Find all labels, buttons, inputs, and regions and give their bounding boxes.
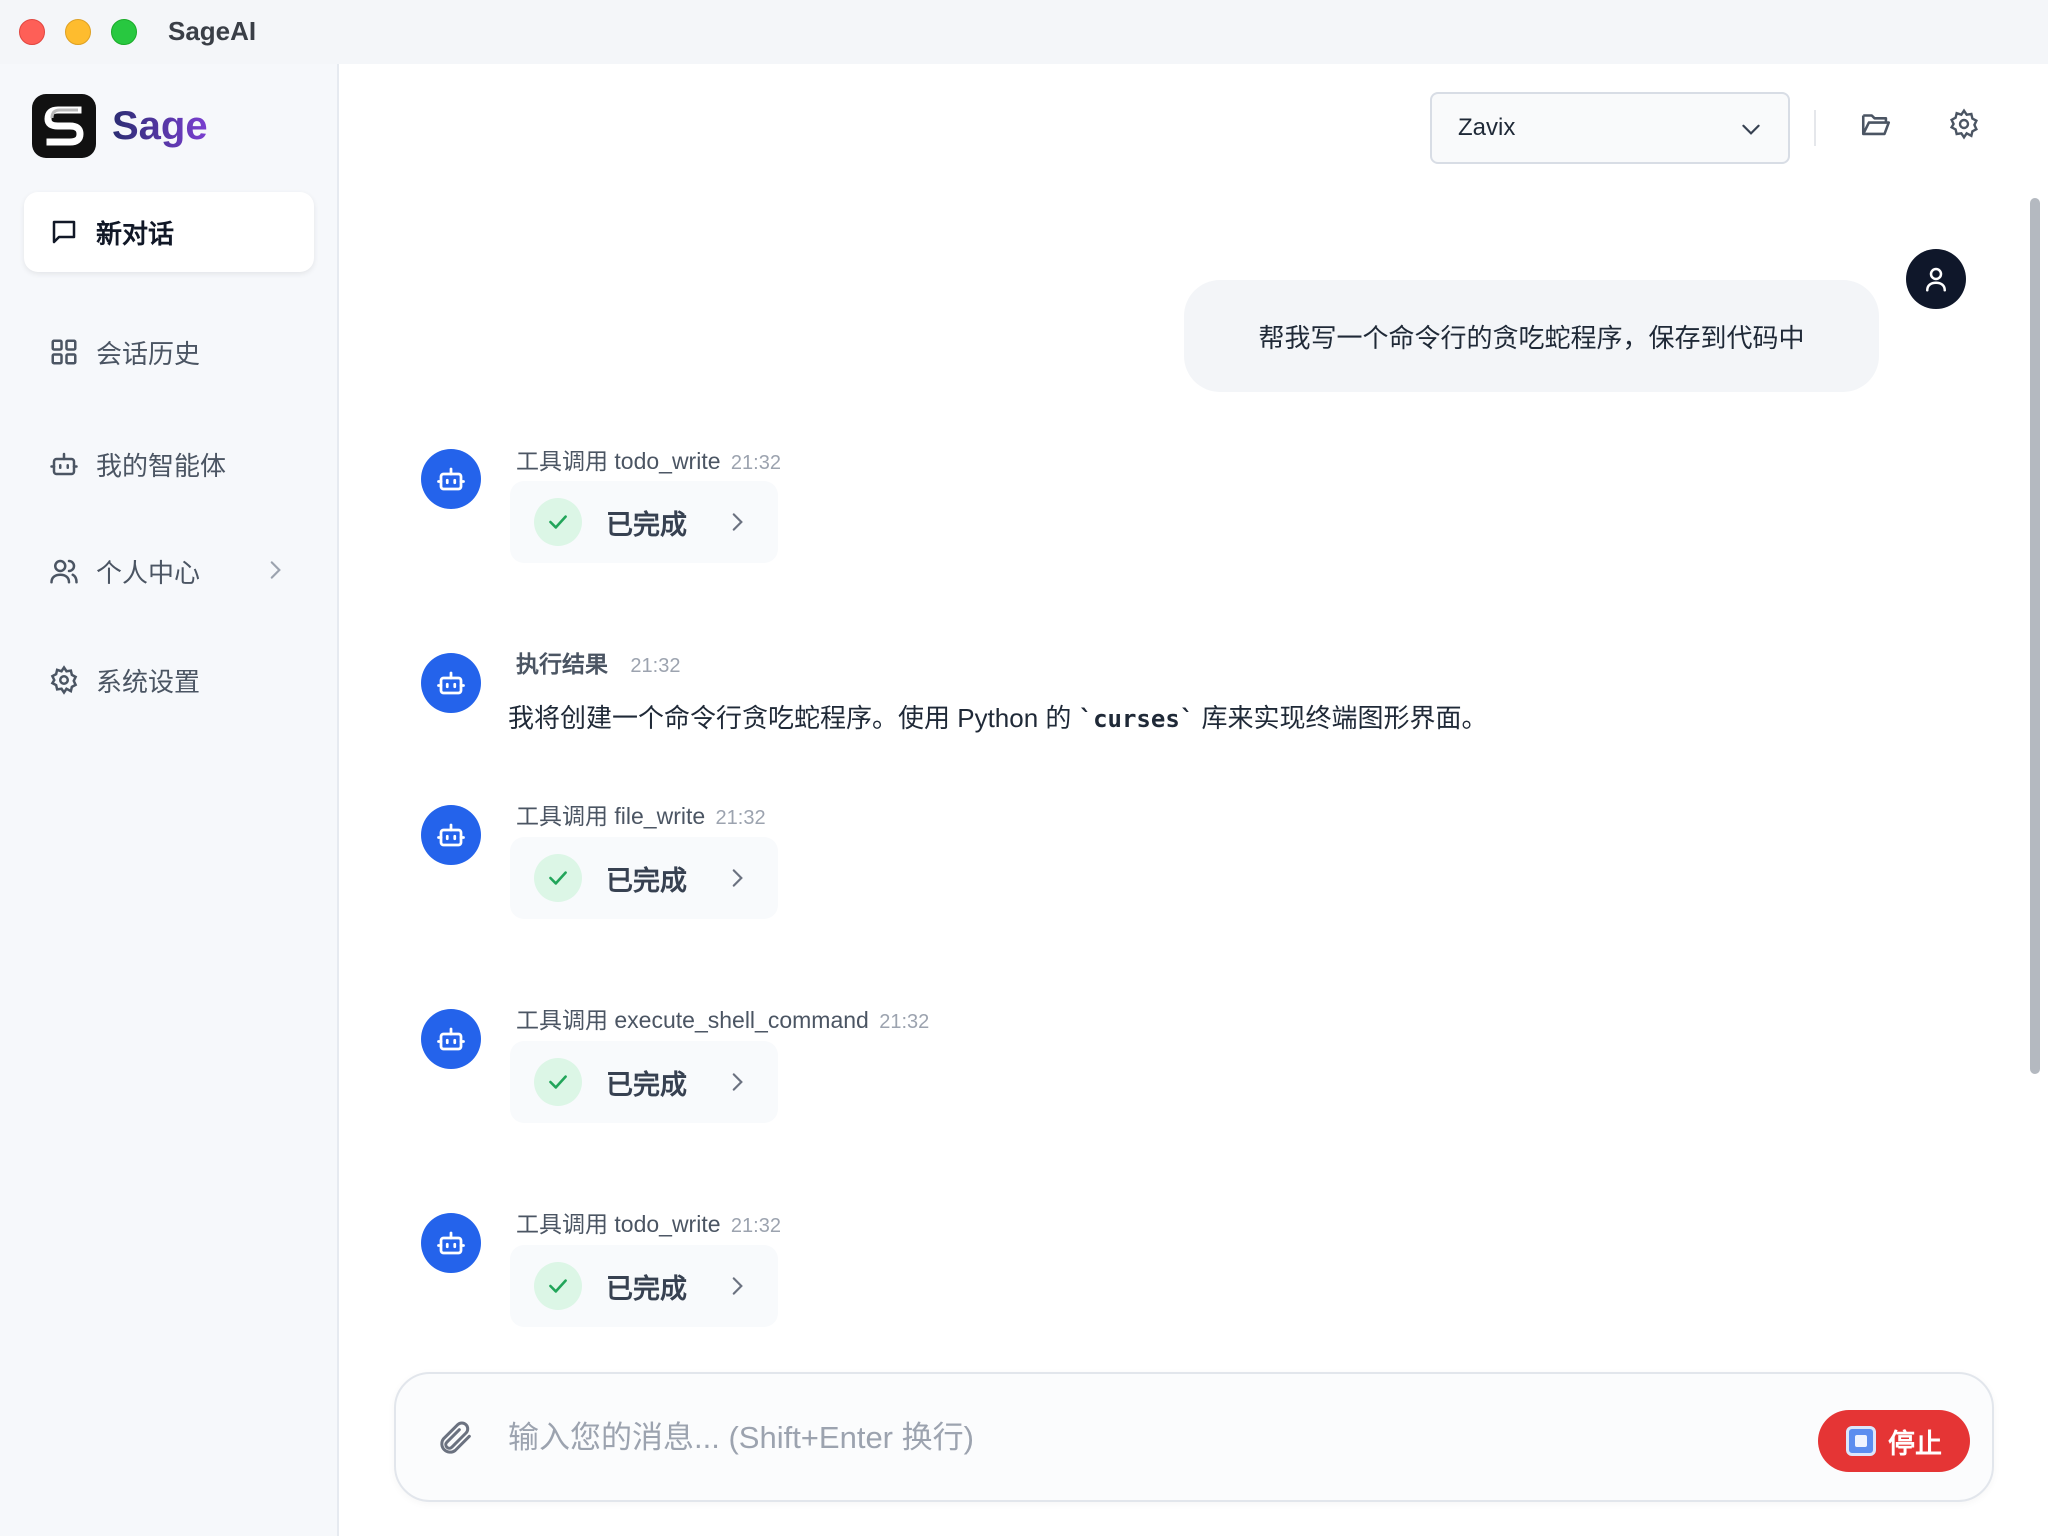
stop-button[interactable]: 停止 [1818, 1410, 1970, 1472]
message-header: 执行结果 21:32 [516, 645, 680, 679]
stop-icon [1846, 1426, 1876, 1456]
message-input[interactable] [508, 1414, 1748, 1462]
folder-icon [1859, 107, 1893, 146]
message-header: 工具调用 todo_write 21:32 [516, 442, 781, 476]
chat-bubble-icon [48, 216, 80, 248]
message-header: 工具调用 file_write 21:32 [516, 797, 766, 831]
message-prefix: 工具调用 [516, 1211, 608, 1237]
title-bar: SageAI [0, 0, 2048, 64]
tool-call-card[interactable]: 已完成 [510, 1041, 778, 1123]
message-time: 21:32 [715, 807, 766, 829]
chevron-down-icon [1738, 116, 1764, 149]
folder-button[interactable] [1856, 106, 1896, 146]
chevron-right-icon [724, 1273, 750, 1304]
result-text-after: 库来实现终端图形界面。 [1194, 703, 1488, 733]
robot-icon [437, 823, 465, 847]
maximize-window-button[interactable] [111, 19, 137, 45]
message-prefix: 工具调用 [516, 448, 608, 474]
tool-status: 已完成 [606, 865, 687, 896]
brand-name: Sage [112, 103, 208, 148]
result-text: 我将创建一个命令行贪吃蛇程序。使用 Python 的 `curses` 库来实现… [508, 698, 1487, 735]
message-time: 21:32 [879, 1011, 930, 1033]
sidebar-item-label: 系统设置 [96, 666, 201, 697]
sidebar-item-label: 新对话 [96, 218, 175, 249]
tool-call-card[interactable]: 已完成 [510, 837, 778, 919]
user-message-text: 帮我写一个命令行的贪吃蛇程序，保存到代码中 [1258, 322, 1805, 353]
chat-scrollbar[interactable] [2030, 198, 2040, 1074]
user-avatar [1906, 249, 1966, 309]
window-title: SageAI [168, 16, 257, 46]
message-time: 21:32 [730, 1215, 781, 1237]
close-window-button[interactable] [19, 19, 45, 45]
robot-icon [437, 1231, 465, 1255]
minimize-window-button[interactable] [65, 19, 91, 45]
tool-status: 已完成 [606, 1273, 687, 1304]
gear-icon [1948, 108, 1980, 145]
grid-icon [48, 336, 80, 368]
user-icon [1926, 267, 1946, 292]
sidebar-item-label: 我的智能体 [96, 450, 227, 481]
bot-avatar [421, 1009, 481, 1069]
check-icon [534, 854, 582, 902]
sidebar-item-settings[interactable]: 系统设置 [24, 640, 314, 720]
model-select[interactable]: Zavix [1430, 92, 1790, 164]
bot-avatar [421, 653, 481, 713]
message-header: 工具调用 execute_shell_command 21:32 [516, 1001, 929, 1035]
message-prefix: 工具调用 [516, 1007, 608, 1033]
brand[interactable]: Sage [32, 94, 208, 158]
users-icon [48, 555, 80, 587]
model-select-value: Zavix [1458, 114, 1516, 141]
check-icon [534, 1058, 582, 1106]
sidebar-item-new-chat[interactable]: 新对话 [24, 192, 314, 272]
chevron-right-icon [724, 509, 750, 540]
settings-button[interactable] [1944, 106, 1984, 146]
chevron-right-icon [262, 557, 288, 590]
tool-call-card[interactable]: 已完成 [510, 481, 778, 563]
tool-name: file_write [614, 803, 706, 829]
tool-status: 已完成 [606, 509, 687, 540]
tool-call-card[interactable]: 已完成 [510, 1245, 778, 1327]
robot-icon [437, 467, 465, 491]
message-prefix: 工具调用 [516, 803, 608, 829]
message-time: 21:32 [730, 452, 781, 474]
stop-button-label: 停止 [1888, 1428, 1942, 1459]
tool-name: todo_write [614, 1211, 721, 1237]
user-message-bubble: 帮我写一个命令行的贪吃蛇程序，保存到代码中 [1184, 280, 1879, 392]
message-time: 21:32 [630, 655, 681, 677]
gear-icon [48, 664, 80, 696]
sidebar-item-profile[interactable]: 个人中心 [24, 531, 314, 611]
bot-avatar [421, 1213, 481, 1273]
tool-name: todo_write [614, 448, 721, 474]
sage-logo-icon [32, 94, 96, 158]
sidebar-item-label: 个人中心 [96, 557, 201, 588]
bot-avatar [421, 449, 481, 509]
sidebar-item-my-agents[interactable]: 我的智能体 [24, 424, 314, 504]
tool-status: 已完成 [606, 1069, 687, 1100]
sidebar: Sage 新对话 会话历史 我的智能体 个人中心 系统设置 [0, 64, 339, 1536]
result-text-before: 我将创建一个命令行贪吃蛇程序。使用 Python 的 [508, 703, 1079, 733]
robot-icon [437, 1027, 465, 1051]
tool-name: execute_shell_command [614, 1007, 869, 1033]
bot-avatar [421, 805, 481, 865]
check-icon [534, 1262, 582, 1310]
check-icon [534, 498, 582, 546]
composer: 停止 [394, 1372, 1994, 1502]
sidebar-item-history[interactable]: 会话历史 [24, 312, 314, 392]
chevron-right-icon [724, 1069, 750, 1100]
robot-icon [437, 671, 465, 695]
chevron-right-icon [724, 865, 750, 896]
message-title: 执行结果 [516, 651, 608, 677]
robot-icon [48, 448, 80, 480]
inline-code: `curses` [1078, 705, 1195, 733]
paperclip-icon[interactable] [436, 1418, 476, 1463]
sidebar-item-label: 会话历史 [96, 338, 201, 369]
message-header: 工具调用 todo_write 21:32 [516, 1205, 781, 1239]
header-divider [1814, 110, 1816, 146]
